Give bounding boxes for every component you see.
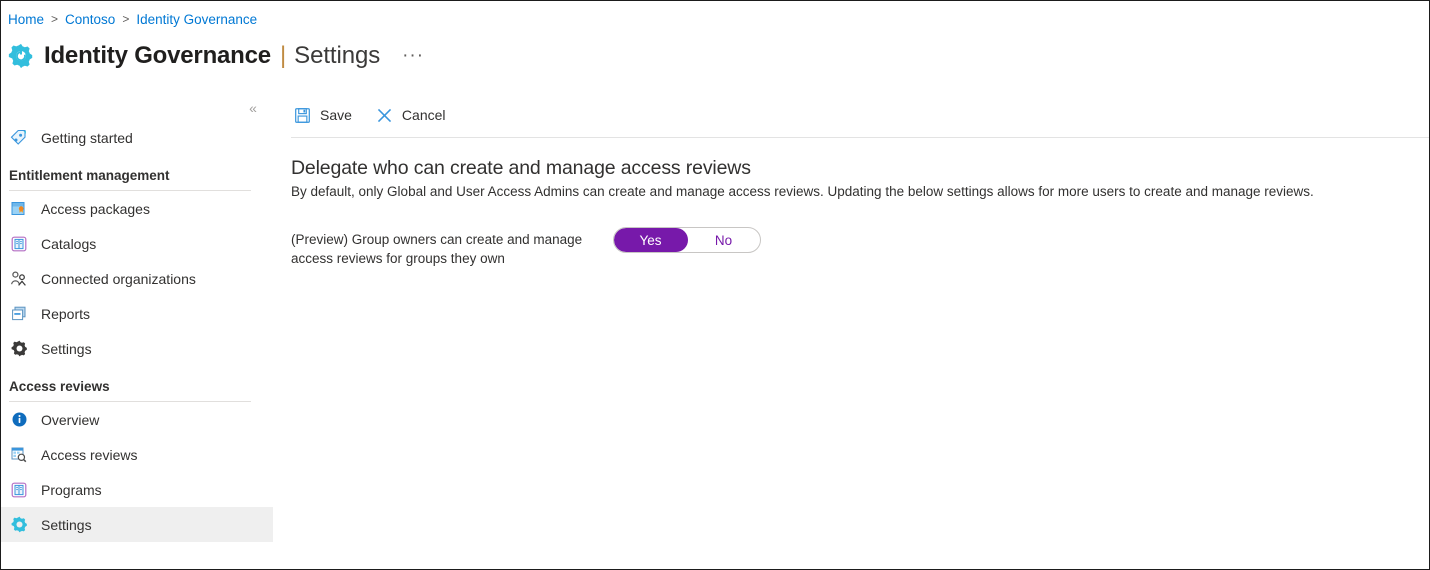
sidebar-item-connected-organizations[interactable]: Connected organizations xyxy=(1,261,273,296)
setting-row: (Preview) Group owners can create and ma… xyxy=(291,227,1421,268)
setting-label: (Preview) Group owners can create and ma… xyxy=(291,232,583,266)
gear-cyan-icon xyxy=(9,515,29,535)
breadcrumb-separator-icon: > xyxy=(122,12,130,26)
save-label: Save xyxy=(320,107,352,123)
sidebar-item-settings-entitlement[interactable]: Settings xyxy=(1,331,273,366)
breadcrumb-item-contoso[interactable]: Contoso xyxy=(65,12,115,27)
main-content: Save Cancel Delegate who can create and … xyxy=(273,93,1429,569)
more-options-icon[interactable]: ··· xyxy=(402,46,424,65)
sidebar-item-getting-started[interactable]: Getting started xyxy=(1,120,273,155)
title-separator: | xyxy=(279,42,287,69)
gear-dark-icon xyxy=(9,339,29,359)
breadcrumb-item-home[interactable]: Home xyxy=(8,12,44,27)
breadcrumb-item-identity-governance[interactable]: Identity Governance xyxy=(136,12,257,27)
report-icon xyxy=(9,304,29,324)
save-button[interactable]: Save xyxy=(291,100,361,130)
collapse-sidebar-icon[interactable]: « xyxy=(241,97,265,119)
sidebar-item-access-reviews[interactable]: Access reviews xyxy=(1,437,273,472)
book-icon xyxy=(9,480,29,500)
breadcrumb-separator-icon: > xyxy=(51,12,59,26)
group-owners-toggle[interactable]: Yes No xyxy=(613,227,761,253)
sidebar-item-label: Access reviews xyxy=(41,446,138,463)
section-description: By default, only Global and User Access … xyxy=(291,184,1314,199)
sidebar-item-label: Programs xyxy=(41,481,102,498)
sidebar-item-label: Connected organizations xyxy=(41,270,196,287)
breadcrumb: Home > Contoso > Identity Governance xyxy=(8,9,257,29)
rocket-icon xyxy=(9,128,29,148)
sidebar-item-label: Catalogs xyxy=(41,235,97,252)
sidebar-section-label: Access reviews xyxy=(9,379,110,394)
review-search-icon xyxy=(9,445,29,465)
sidebar-item-overview[interactable]: Overview xyxy=(1,402,273,437)
page-title-row: Identity Governance | Settings ··· xyxy=(8,37,424,75)
toggle-option-yes[interactable]: Yes xyxy=(614,228,687,252)
command-toolbar: Save Cancel xyxy=(273,93,1429,138)
divider xyxy=(291,137,1429,138)
sidebar-item-label: Reports xyxy=(41,305,91,322)
save-disk-icon xyxy=(293,106,312,125)
sidebar-item-label: Overview xyxy=(41,411,100,428)
cancel-label: Cancel xyxy=(401,107,446,123)
page-title: Identity Governance xyxy=(44,42,271,69)
sidebar-item-access-packages[interactable]: Access packages xyxy=(1,191,273,226)
book-icon xyxy=(9,234,29,254)
sidebar-item-reports[interactable]: Reports xyxy=(1,296,273,331)
info-icon xyxy=(9,410,29,430)
sidebar-section-label: Entitlement management xyxy=(9,168,170,183)
sidebar-item-label: Settings xyxy=(41,340,92,357)
identity-governance-settings-page: Home > Contoso > Identity Governance Ide… xyxy=(0,0,1430,570)
people-icon xyxy=(9,269,29,289)
package-icon xyxy=(9,199,29,219)
section-heading: Delegate who can create and manage acces… xyxy=(291,157,751,179)
sidebar-item-label: Settings xyxy=(41,516,92,533)
page-subtitle: Settings xyxy=(294,42,381,69)
sidebar-item-label: Getting started xyxy=(41,129,133,146)
sidebar-item-programs[interactable]: Programs xyxy=(1,472,273,507)
sidebar-item-label: Access packages xyxy=(41,200,150,217)
toggle-option-no[interactable]: No xyxy=(687,228,760,252)
gear-icon xyxy=(8,43,33,69)
sidebar-item-settings-access-reviews[interactable]: Settings xyxy=(1,507,273,542)
close-x-icon xyxy=(375,106,394,125)
settings-panel: Delegate who can create and manage acces… xyxy=(273,137,1429,268)
sidebar: « Getting started Entitlement management xyxy=(1,93,273,569)
sidebar-section-entitlement-management: Entitlement management xyxy=(1,168,273,191)
cancel-button[interactable]: Cancel xyxy=(373,100,455,130)
sidebar-item-catalogs[interactable]: Catalogs xyxy=(1,226,273,261)
sidebar-section-access-reviews: Access reviews xyxy=(1,379,273,402)
